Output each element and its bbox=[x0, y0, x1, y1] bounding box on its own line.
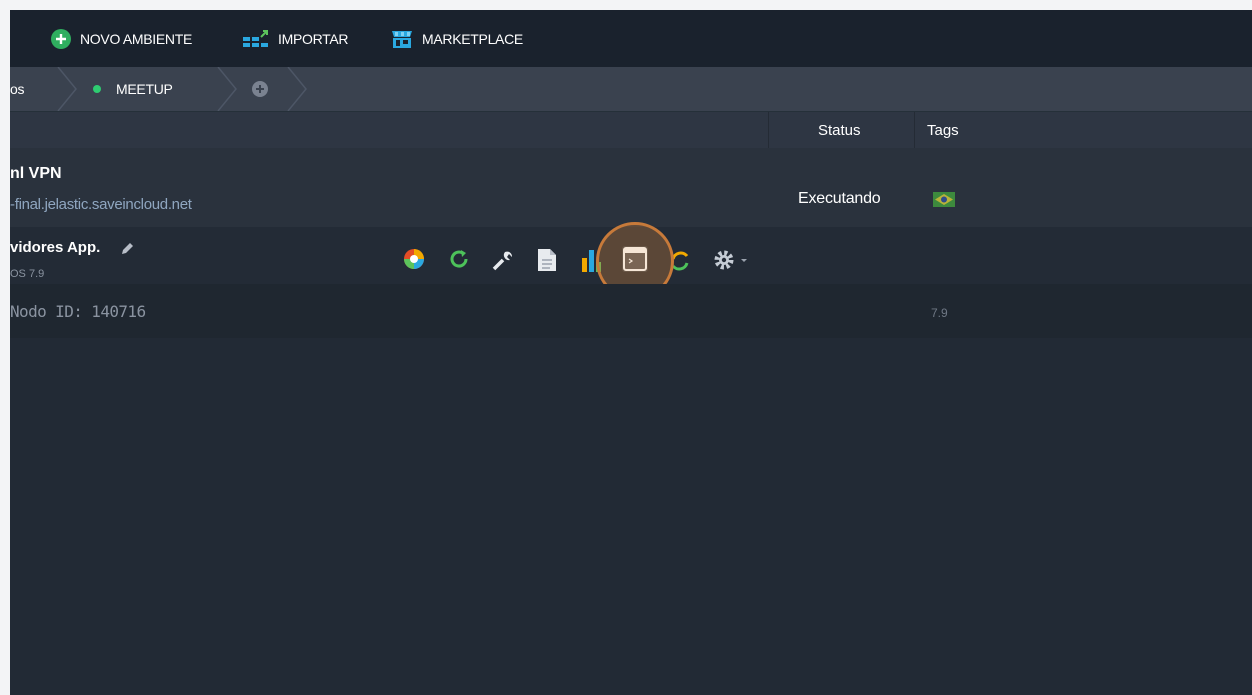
column-divider bbox=[914, 112, 915, 149]
add-circle-icon bbox=[51, 28, 71, 49]
tab-separator bbox=[57, 67, 77, 111]
file-icon[interactable] bbox=[536, 247, 558, 273]
brazil-flag-icon[interactable] bbox=[933, 192, 955, 207]
tab-separator bbox=[287, 67, 307, 111]
import-label: IMPORTAR bbox=[278, 30, 349, 47]
node-row[interactable]: Nodo ID: 140716 7.9 bbox=[10, 284, 1252, 338]
app-window: NOVO AMBIENTE IMPORTAR MARKETPLACE os ME… bbox=[10, 10, 1252, 695]
terminal-icon[interactable] bbox=[620, 244, 650, 274]
restart-icon[interactable] bbox=[448, 247, 470, 271]
table-header: Status Tags bbox=[10, 111, 1252, 149]
tab-partial-label: os bbox=[10, 81, 25, 97]
environment-domain-link[interactable]: -final.jelastic.saveincloud.net bbox=[10, 196, 192, 213]
environment-tabs: os MEETUP bbox=[10, 67, 1252, 111]
node-group-os: OS 7.9 bbox=[10, 268, 45, 280]
new-environment-button[interactable]: NOVO AMBIENTE bbox=[50, 10, 192, 67]
tab-meetup[interactable]: MEETUP bbox=[92, 67, 173, 111]
wrench-icon[interactable] bbox=[491, 248, 515, 272]
top-toolbar: NOVO AMBIENTE IMPORTAR MARKETPLACE bbox=[10, 10, 1252, 67]
tab-meetup-label: MEETUP bbox=[116, 81, 173, 97]
marketplace-button[interactable]: MARKETPLACE bbox=[390, 10, 523, 67]
column-divider bbox=[768, 112, 769, 149]
status-dot-icon bbox=[93, 85, 101, 93]
environment-status: Executando bbox=[798, 190, 881, 207]
marketplace-icon bbox=[392, 30, 412, 48]
new-environment-label: NOVO AMBIENTE bbox=[80, 30, 193, 47]
config-icon[interactable] bbox=[402, 247, 426, 271]
tags-column-header[interactable]: Tags bbox=[927, 112, 959, 149]
gear-icon[interactable] bbox=[712, 247, 750, 273]
import-icon bbox=[243, 29, 268, 47]
add-tab-button[interactable] bbox=[250, 67, 270, 111]
edit-pencil-icon[interactable] bbox=[120, 242, 134, 256]
import-button[interactable]: IMPORTAR bbox=[242, 10, 349, 67]
environment-row[interactable]: nl VPN -final.jelastic.saveincloud.net E… bbox=[10, 148, 1252, 227]
node-version: 7.9 bbox=[931, 306, 948, 320]
status-column-header[interactable]: Status bbox=[818, 112, 861, 149]
tab-partial[interactable]: os bbox=[10, 67, 24, 111]
marketplace-label: MARKETPLACE bbox=[422, 30, 523, 47]
add-tab-icon bbox=[252, 81, 268, 97]
tab-separator bbox=[217, 67, 237, 111]
node-group-name: vidores App. bbox=[10, 239, 101, 256]
node-id: Nodo ID: 140716 bbox=[10, 302, 146, 321]
environment-name[interactable]: nl VPN bbox=[10, 165, 62, 183]
